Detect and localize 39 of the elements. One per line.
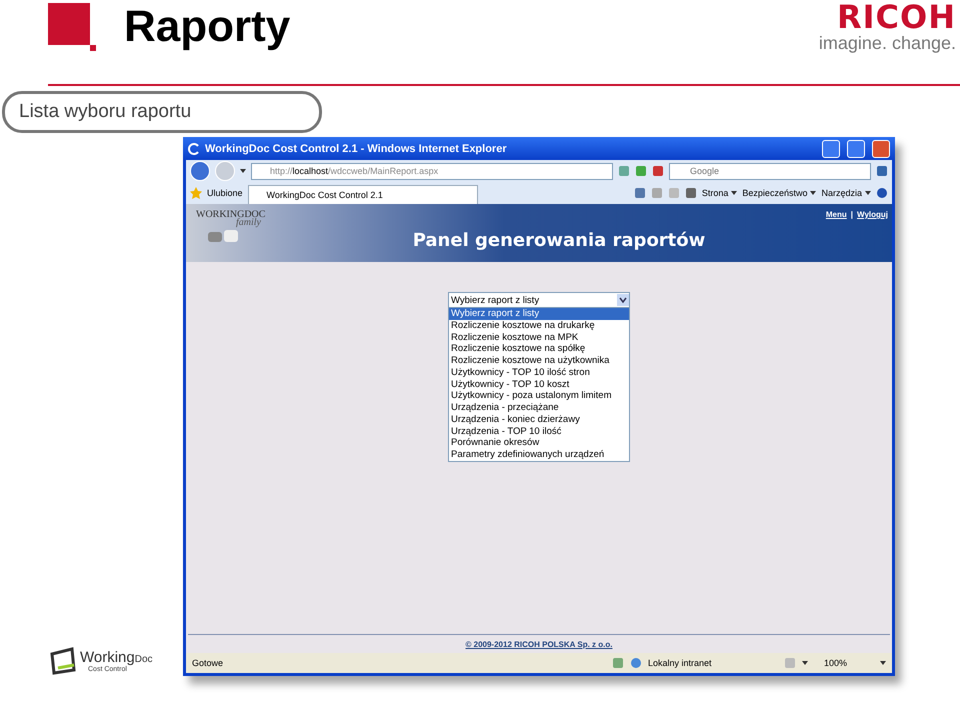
zone-text: Lokalny intranet	[648, 658, 713, 668]
favorites-button[interactable]: Ulubione	[207, 188, 243, 198]
search-field[interactable]: Google	[669, 162, 871, 180]
maximize-button[interactable]	[847, 140, 865, 158]
slide-title: Raporty	[124, 2, 290, 52]
logo-square-icon	[48, 3, 96, 51]
back-button[interactable]	[190, 161, 210, 181]
caret-icon[interactable]	[731, 191, 738, 195]
caret-icon[interactable]	[810, 191, 816, 195]
toolbar-menu[interactable]: Narzędzia	[821, 188, 871, 198]
window-title: WorkingDoc Cost Control 2.1 - Windows Internet Explorer	[205, 142, 507, 154]
logo-word: Working	[80, 649, 135, 666]
toolbar-menu[interactable]: Bezpieczeństwo	[742, 188, 816, 198]
zoom-control[interactable]: 100%	[824, 658, 874, 668]
copyright-link[interactable]: © 2009-2012 RICOH POLSKA Sp. z o.o.	[466, 640, 612, 648]
logo-mark-icon	[48, 646, 78, 676]
brand-tagline: imagine. change.	[818, 33, 956, 53]
address-field[interactable]: http://localhost/wdccweb/MainReport.aspx	[251, 162, 613, 180]
menu-link[interactable]: Menu	[826, 210, 847, 219]
status-text: Gotowe	[192, 658, 224, 668]
caret-icon[interactable]	[880, 661, 886, 665]
report-select[interactable]: Wybierz raport z listy	[448, 292, 630, 308]
caret-icon[interactable]	[240, 169, 246, 173]
caret-icon[interactable]	[802, 661, 808, 665]
minimize-button[interactable]	[822, 140, 840, 158]
logout-link[interactable]: Wyloguj	[857, 210, 888, 219]
star-icon[interactable]	[190, 187, 202, 199]
toolbar-menu[interactable]: Strona	[702, 188, 738, 198]
page-heading: Panel generowania raportów	[412, 230, 706, 250]
caret-icon[interactable]	[865, 191, 871, 195]
browser-tab[interactable]: WorkingDoc Cost Control 2.1	[248, 185, 478, 204]
brand-logo: RICOH	[836, 1, 956, 33]
logo-suffix: Doc	[134, 654, 153, 665]
close-button[interactable]	[872, 140, 890, 158]
browser-logo-icon	[188, 142, 200, 154]
list-option[interactable]: Wybierz raport z listy	[449, 308, 629, 320]
link-separator: |	[850, 210, 854, 219]
slide-caption: Lista wyboru raportu	[2, 91, 322, 133]
logo-script: family	[236, 217, 261, 228]
